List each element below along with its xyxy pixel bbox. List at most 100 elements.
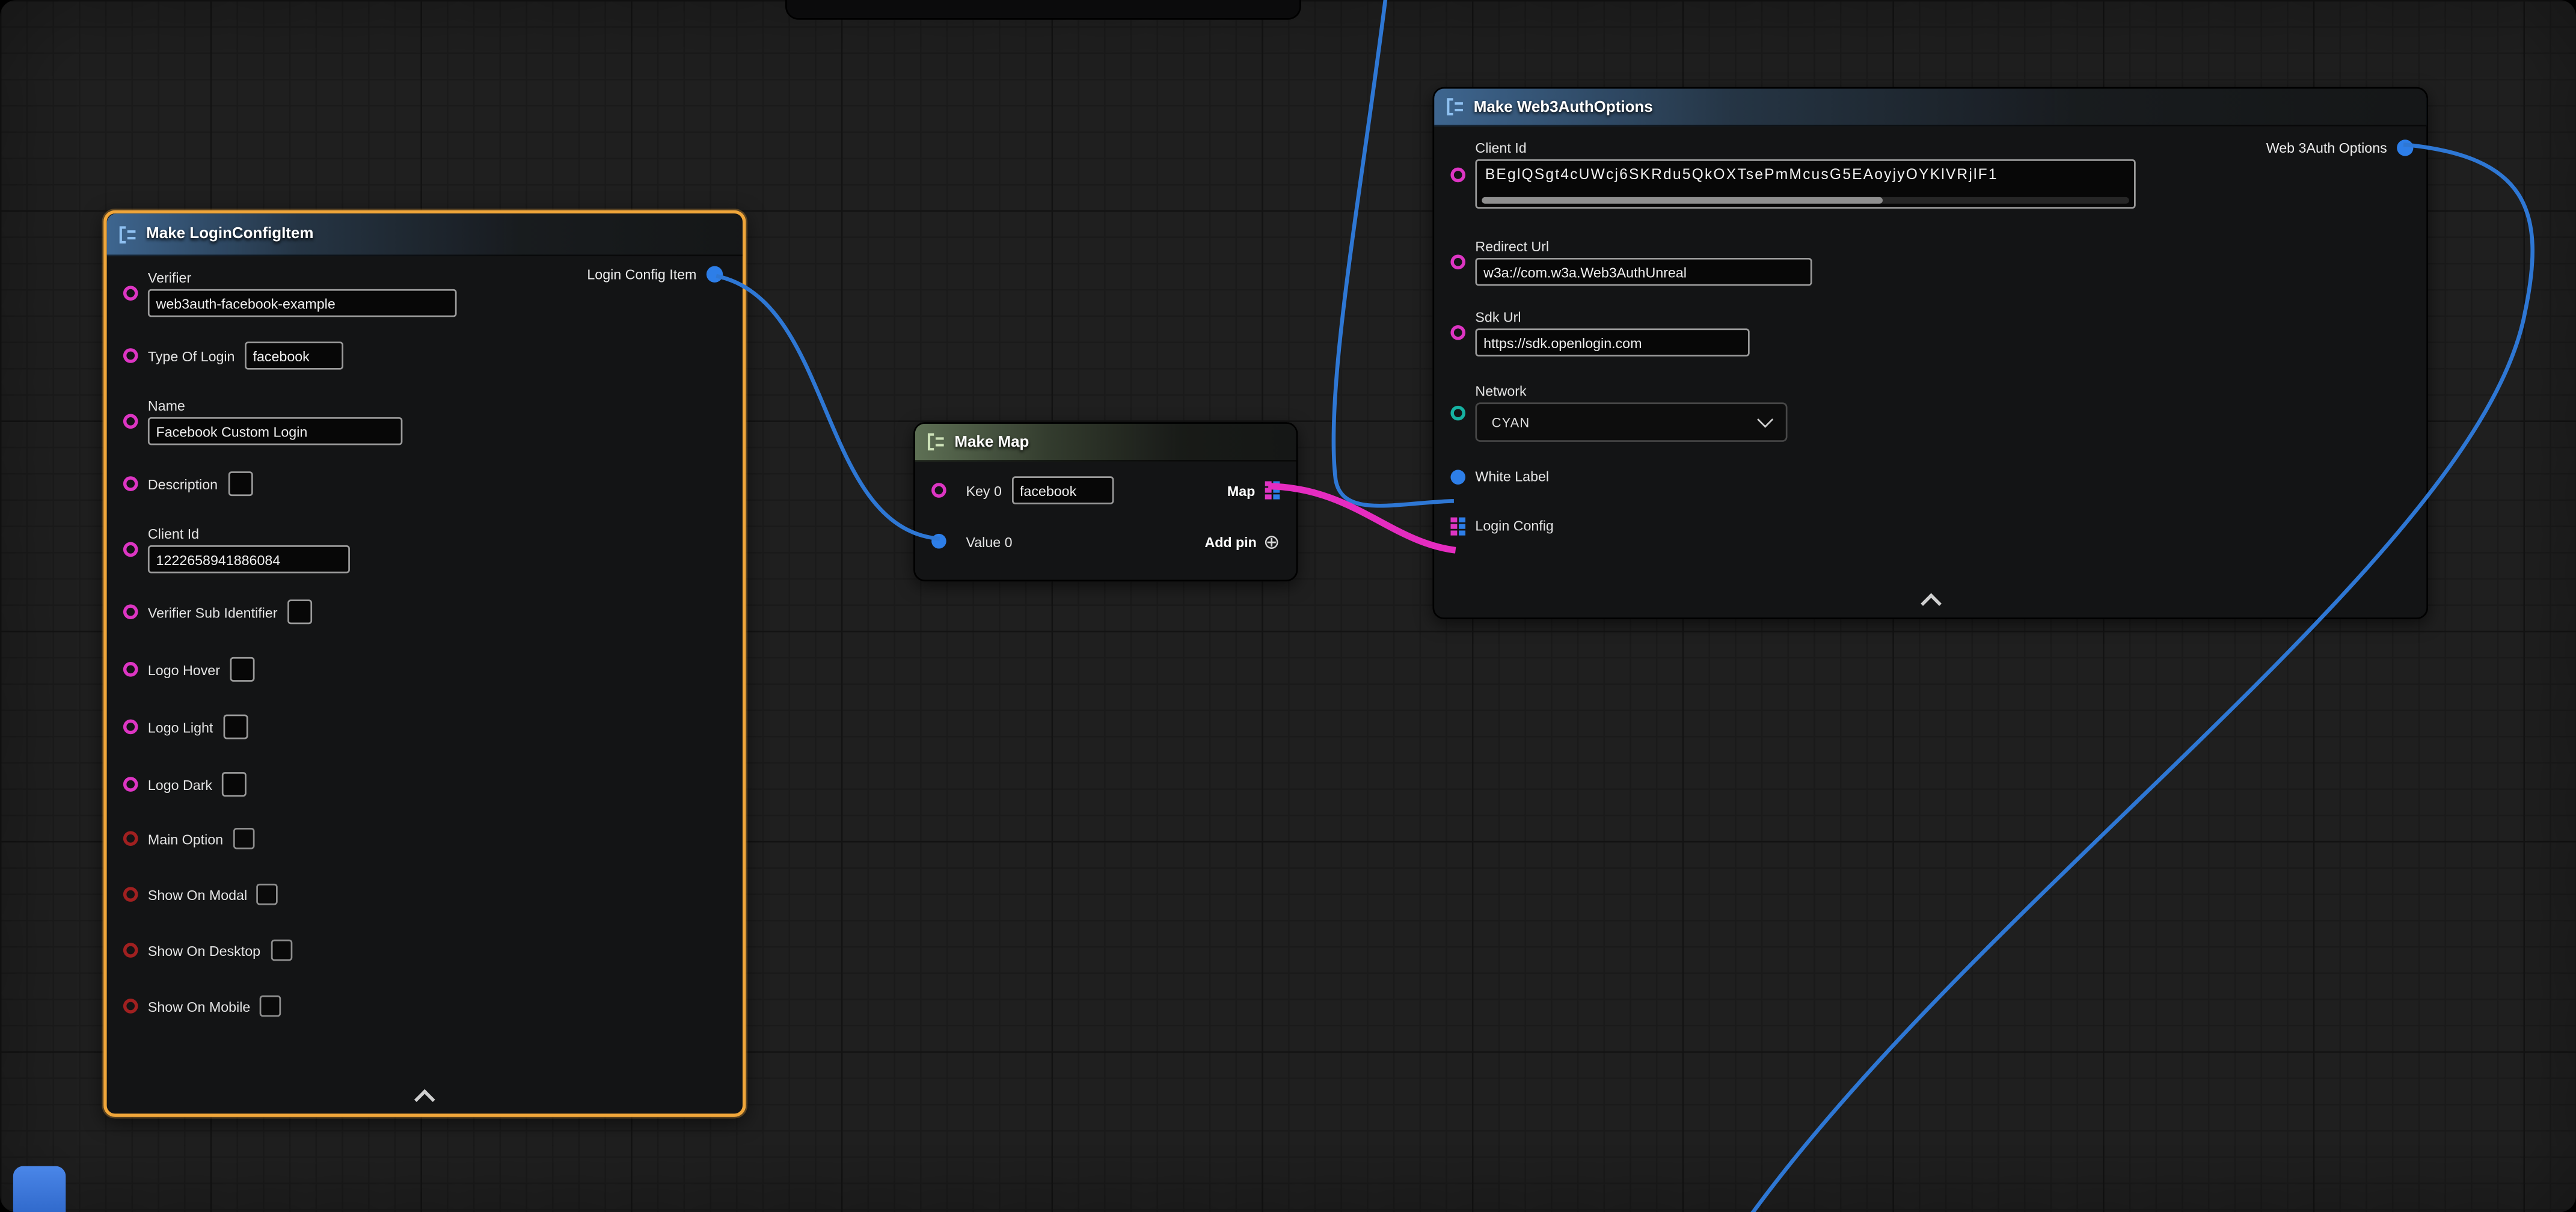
pin-network[interactable] — [1450, 405, 1465, 420]
show-on-modal-label: Show On Modal — [148, 886, 247, 902]
pin-logo-hover[interactable] — [123, 662, 138, 677]
node-header[interactable]: Make Map — [915, 424, 1296, 462]
pin-verifier-sub-identifier[interactable] — [123, 604, 138, 619]
logo-hover-label: Logo Hover — [148, 661, 220, 678]
client-id-input[interactable]: BEglQSgt4cUWcj6SKRdu5QkOXTsePmMcusG5EAoy… — [1475, 159, 2135, 209]
pin-description[interactable] — [123, 476, 138, 491]
blueprint-graph-canvas[interactable]: Make LoginConfigItem Login Config Item V… — [0, 0, 2576, 1212]
pin-value0[interactable] — [931, 534, 946, 549]
make-struct-icon — [1446, 97, 1465, 117]
type-of-login-label: Type Of Login — [148, 347, 235, 364]
verifier-sub-identifier-label: Verifier Sub Identifier — [148, 604, 278, 620]
pin-row-show-on-mobile: Show On Mobile — [123, 994, 726, 1018]
show-on-mobile-checkbox[interactable] — [260, 996, 282, 1017]
pin-row-redirect-url: Redirect Url — [1450, 238, 2410, 286]
node-title: Make Map — [954, 433, 1029, 451]
pin-show-on-desktop[interactable] — [123, 943, 138, 958]
pin-type-of-login[interactable] — [123, 348, 138, 363]
key0-input[interactable] — [1011, 476, 1113, 504]
output-pin-label: Login Config Item — [587, 266, 696, 283]
verifier-input[interactable] — [148, 289, 457, 317]
value0-label: Value 0 — [966, 533, 1012, 549]
pin-key0[interactable] — [931, 483, 946, 498]
pin-logo-light[interactable] — [123, 720, 138, 735]
output-pin-row: Login Config Item — [587, 266, 723, 283]
pin-show-on-mobile[interactable] — [123, 999, 138, 1014]
pin-row-description: Description — [123, 468, 726, 500]
pin-white-label[interactable] — [1450, 469, 1465, 484]
logo-hover-input[interactable] — [230, 657, 254, 682]
logo-light-label: Logo Light — [148, 718, 213, 735]
show-on-modal-checkbox[interactable] — [257, 884, 279, 905]
client-id-label: Client Id — [1475, 139, 2135, 156]
pin-row-network: Network CYAN — [1450, 383, 2410, 442]
logo-dark-label: Logo Dark — [148, 776, 212, 792]
client-id-input[interactable] — [148, 545, 350, 573]
pin-sdk-url[interactable] — [1450, 325, 1465, 340]
pin-client-id[interactable] — [1450, 167, 1465, 182]
node-make-map[interactable]: Make Map Key 0 Map Value 0 — [913, 422, 1298, 581]
white-label-label: White Label — [1475, 468, 1549, 485]
pin-name[interactable] — [123, 414, 138, 429]
pin-redirect-url[interactable] — [1450, 254, 1465, 269]
pin-client-id[interactable] — [123, 542, 138, 557]
sdk-url-input[interactable] — [1475, 328, 1749, 356]
main-option-label: Main Option — [148, 830, 223, 846]
output-pin-web3auth-options[interactable] — [2397, 139, 2413, 156]
node-title: Make Web3AuthOptions — [1474, 98, 1653, 116]
node-header[interactable]: Make Web3AuthOptions — [1434, 89, 2426, 127]
pin-verifier[interactable] — [123, 286, 138, 301]
add-pin-label: Add pin — [1204, 533, 1256, 549]
type-of-login-input[interactable] — [245, 341, 343, 369]
chevron-down-icon — [1757, 412, 1773, 428]
verifier-sub-identifier-input[interactable] — [287, 599, 312, 624]
output-pin-label: Web 3Auth Options — [2266, 139, 2387, 156]
scrollbar-thumb[interactable] — [1482, 197, 1883, 204]
map-output-label: Map — [1227, 482, 1255, 498]
name-input[interactable] — [148, 417, 402, 445]
offscreen-node-top[interactable] — [785, 0, 1301, 20]
pin-logo-dark[interactable] — [123, 777, 138, 792]
pin-main-option[interactable] — [123, 831, 138, 846]
client-id-scrollbar[interactable] — [1482, 197, 2129, 204]
show-on-mobile-label: Show On Mobile — [148, 998, 250, 1014]
pin-row-logo-dark: Logo Dark — [123, 769, 726, 800]
add-pin-icon: ⊕ — [1263, 533, 1280, 549]
map-output-pin-icon[interactable] — [1265, 482, 1280, 500]
logo-light-input[interactable] — [223, 714, 248, 739]
pin-row-verifier-sub-identifier: Verifier Sub Identifier — [123, 596, 726, 628]
pin-row-show-on-modal: Show On Modal — [123, 882, 726, 907]
offscreen-element-bottom-left[interactable] — [13, 1166, 66, 1212]
pin-login-config-map-icon[interactable] — [1450, 516, 1465, 534]
node-header[interactable]: Make LoginConfigItem — [107, 213, 743, 256]
redirect-url-input[interactable] — [1475, 258, 1812, 286]
collapse-node-button[interactable] — [406, 1088, 443, 1104]
client-id-label: Client Id — [148, 525, 350, 542]
show-on-desktop-checkbox[interactable] — [270, 940, 292, 961]
pin-row-white-label: White Label — [1450, 462, 2410, 491]
description-input[interactable] — [227, 471, 252, 496]
show-on-desktop-label: Show On Desktop — [148, 942, 260, 958]
collapse-node-button[interactable] — [1912, 592, 1948, 608]
redirect-url-label: Redirect Url — [1475, 238, 1812, 254]
network-dropdown[interactable]: CYAN — [1475, 402, 1787, 442]
node-make-web3authoptions[interactable]: Make Web3AuthOptions Web 3Auth Options C… — [1432, 87, 2428, 619]
node-title: Make LoginConfigItem — [146, 225, 313, 243]
login-config-label: Login Config — [1475, 518, 1553, 534]
pin-row-login-config: Login Config — [1450, 511, 2410, 540]
node-make-loginconfigitem[interactable]: Make LoginConfigItem Login Config Item V… — [103, 210, 746, 1117]
output-pin-login-config-item[interactable] — [707, 266, 723, 283]
pin-row-client-id: Client Id — [123, 525, 726, 573]
pin-show-on-modal[interactable] — [123, 887, 138, 902]
pin-row-key0: Key 0 Map — [931, 475, 1280, 506]
wire-loginconfigitem-to-value0 — [716, 276, 940, 539]
description-label: Description — [148, 476, 218, 492]
logo-dark-input[interactable] — [222, 772, 247, 797]
sdk-url-label: Sdk Url — [1475, 309, 1749, 325]
network-label: Network — [1475, 383, 1787, 399]
add-pin-button[interactable]: Add pin ⊕ — [1204, 533, 1280, 549]
name-label: Name — [148, 397, 402, 414]
pin-row-logo-hover: Logo Hover — [123, 653, 726, 685]
pin-row-type-of-login: Type Of Login — [123, 340, 726, 372]
main-option-checkbox[interactable] — [233, 828, 255, 849]
